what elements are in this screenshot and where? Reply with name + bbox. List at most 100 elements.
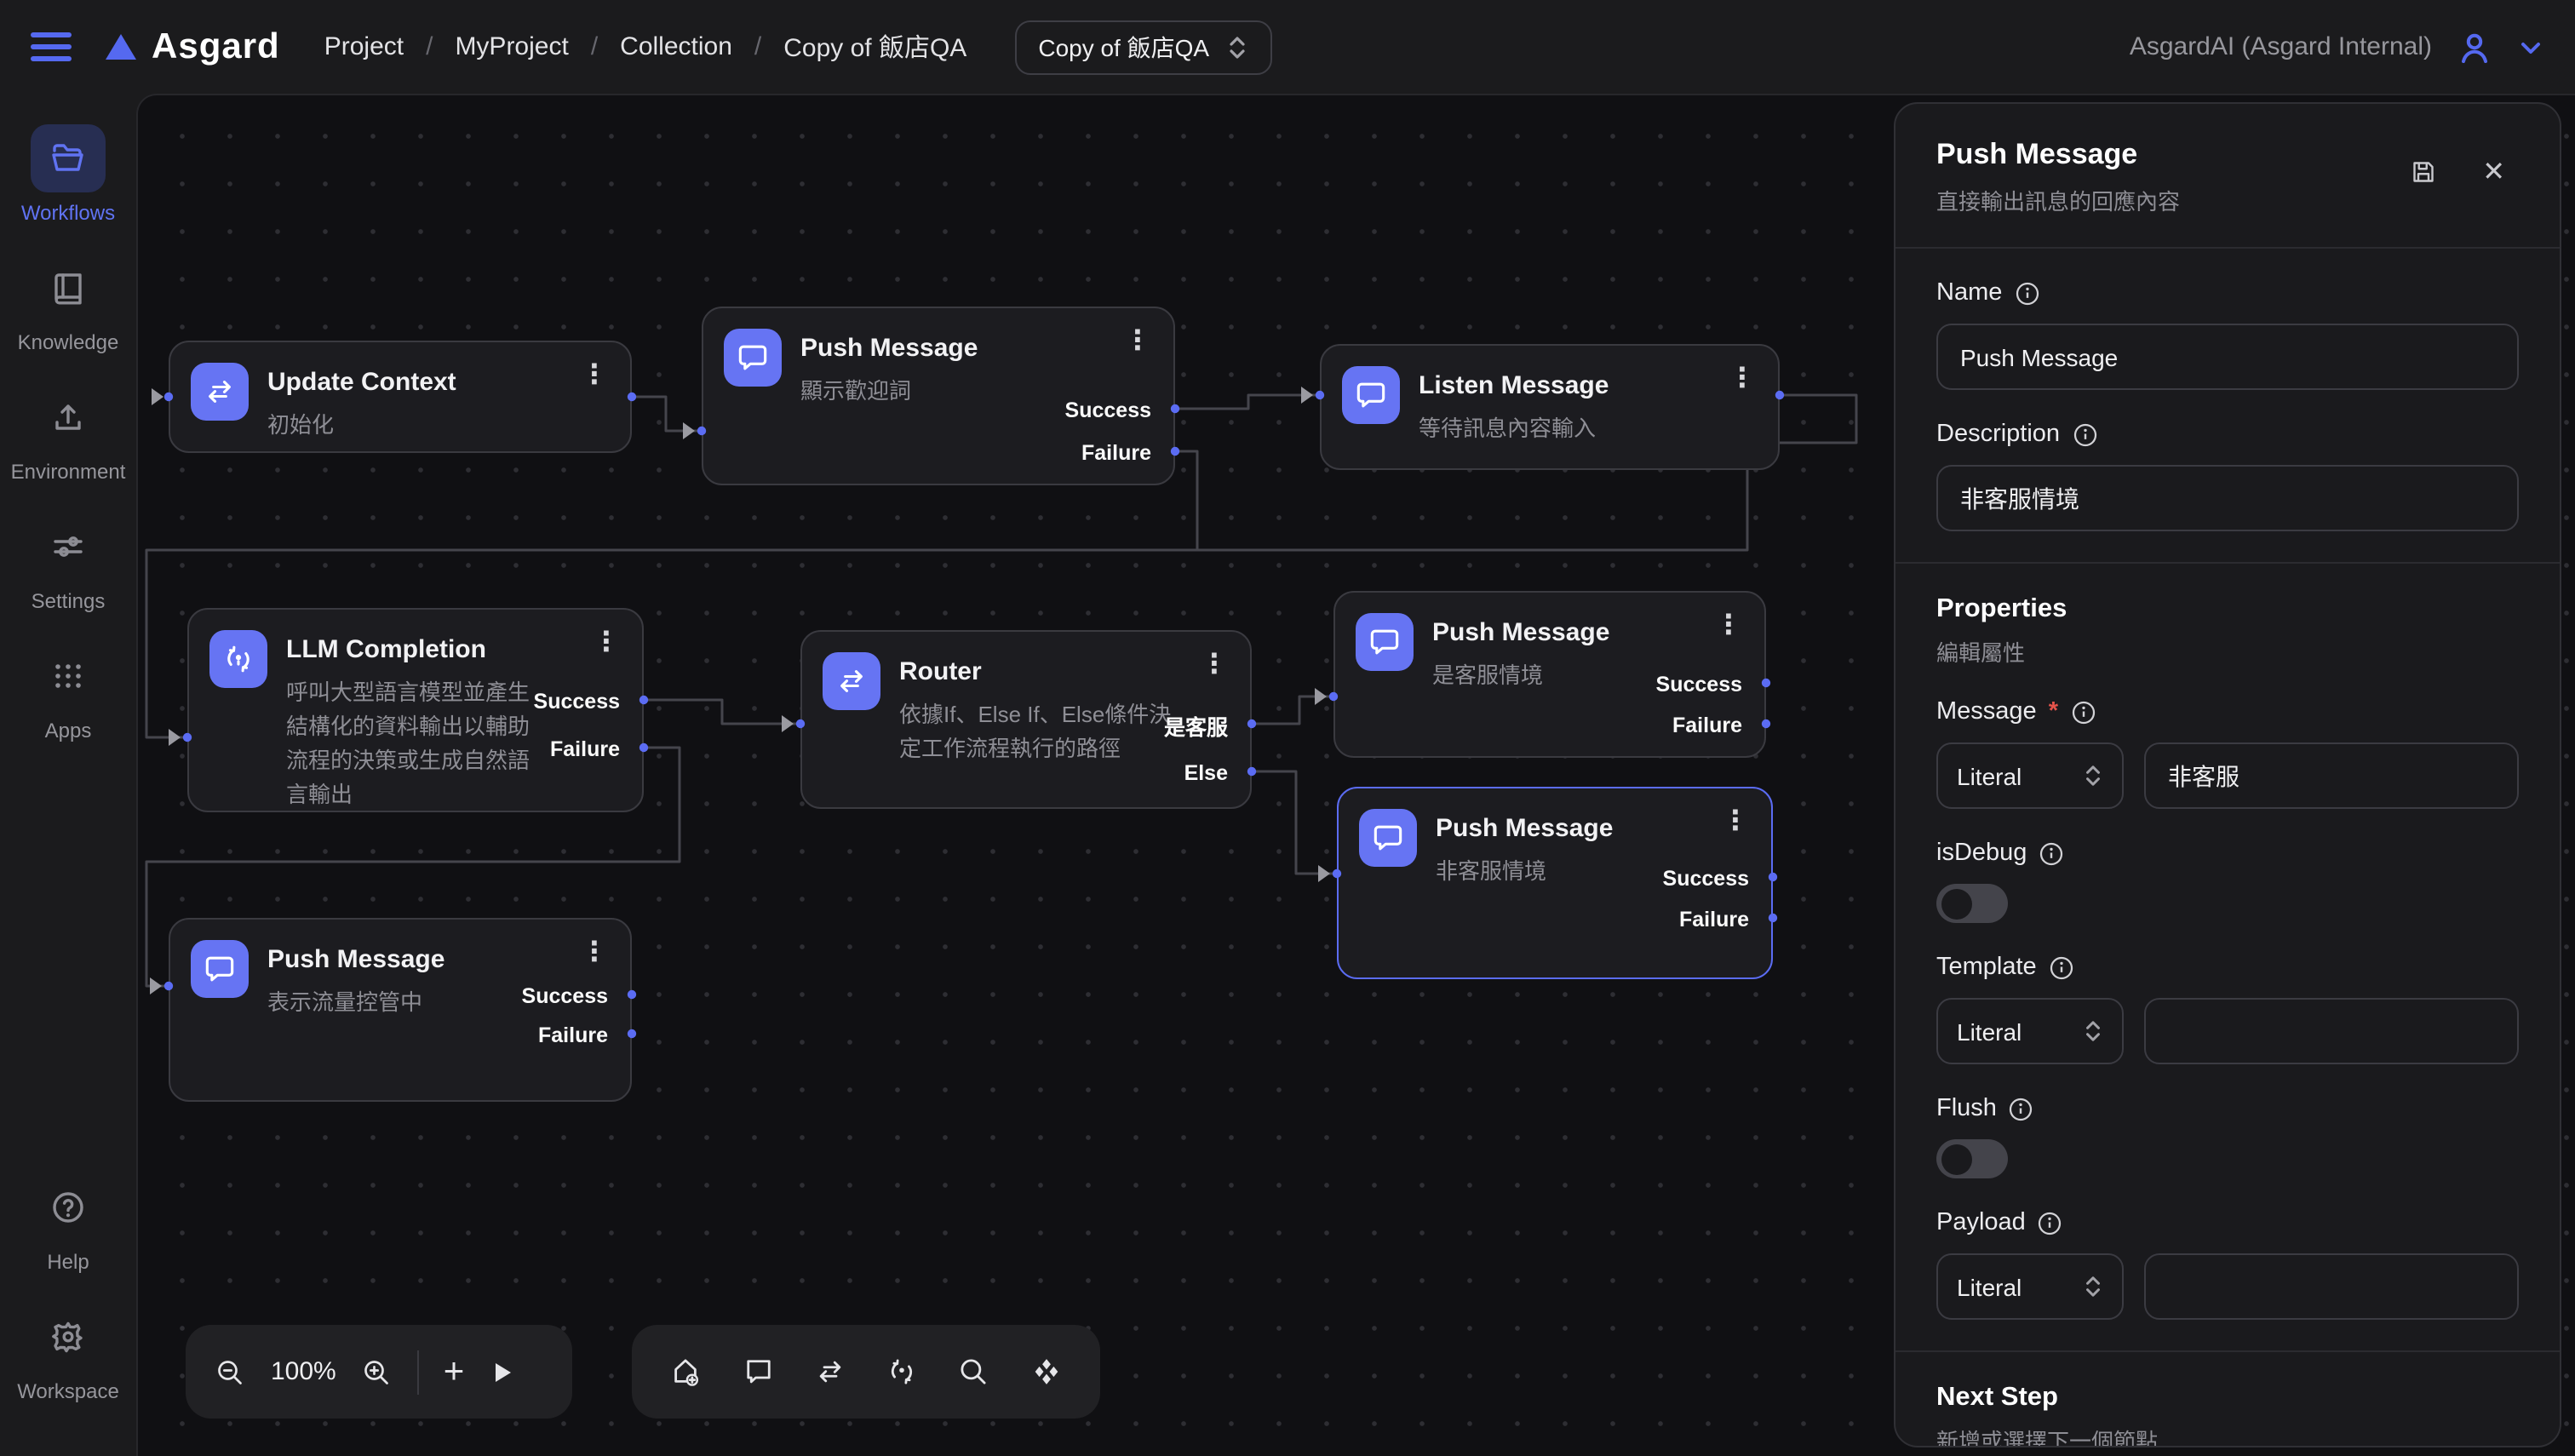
sidebar-item-knowledge[interactable]: Knowledge xyxy=(18,254,119,354)
kebab-menu-icon[interactable]: ⋮ xyxy=(1729,361,1756,395)
chevron-down-icon[interactable] xyxy=(2517,33,2544,60)
breadcrumb-project[interactable]: Project xyxy=(324,32,404,61)
user-icon[interactable] xyxy=(2454,26,2495,67)
gear-icon xyxy=(31,1303,106,1371)
llm-refresh-bulb-icon xyxy=(209,630,267,688)
name-input[interactable]: Push Message xyxy=(1936,324,2519,390)
port-else[interactable]: Else xyxy=(1184,761,1228,785)
port-failure[interactable]: Failure xyxy=(538,1023,608,1047)
payload-value-input[interactable] xyxy=(2144,1253,2519,1320)
port-success[interactable]: Success xyxy=(1656,673,1742,696)
home-add-icon[interactable] xyxy=(668,1354,704,1390)
payload-type-select[interactable]: Literal xyxy=(1936,1253,2124,1320)
kebab-menu-icon[interactable]: ⋮ xyxy=(1201,647,1228,681)
breadcrumb-myproject[interactable]: MyProject xyxy=(455,32,568,61)
save-icon[interactable] xyxy=(2407,157,2438,187)
kebab-menu-icon[interactable]: ⋮ xyxy=(1715,608,1742,642)
node-title: LLM Completion xyxy=(286,635,542,664)
sliders-icon xyxy=(31,513,106,581)
port-failure[interactable]: Failure xyxy=(1081,441,1151,465)
chat-bubble-icon xyxy=(1356,613,1414,671)
grid-icon xyxy=(31,642,106,710)
info-icon xyxy=(2038,1210,2063,1235)
node-title: Router xyxy=(899,657,1185,686)
move-diamonds-icon[interactable] xyxy=(1028,1354,1064,1390)
chevron-up-down-icon xyxy=(2083,1274,2103,1299)
add-node-button[interactable]: + xyxy=(444,1354,465,1390)
template-value-input[interactable] xyxy=(2144,998,2519,1064)
search-icon[interactable] xyxy=(956,1354,992,1390)
info-icon xyxy=(2039,840,2064,866)
zoom-toolbar: 100% + xyxy=(186,1325,572,1419)
port-failure[interactable]: Failure xyxy=(1679,908,1749,931)
info-icon xyxy=(2049,954,2074,980)
breadcrumb-collection[interactable]: Collection xyxy=(620,32,732,61)
message-value-input[interactable]: 非客服 xyxy=(2144,742,2519,809)
port-success[interactable]: Success xyxy=(534,690,620,714)
node-update-context[interactable]: Update Context 初始化 ⋮ xyxy=(169,341,632,453)
flush-toggle[interactable] xyxy=(1936,1139,2008,1178)
swap-arrows-icon xyxy=(191,363,249,421)
zoom-out-icon[interactable] xyxy=(213,1355,247,1389)
message-node-icon[interactable] xyxy=(740,1354,776,1390)
node-listen-message[interactable]: Listen Message 等待訊息內容輸入 ⋮ xyxy=(1320,344,1780,470)
port-success[interactable]: Success xyxy=(1065,398,1151,422)
port-success[interactable]: Success xyxy=(1663,867,1749,891)
brand-title: Asgard xyxy=(152,26,280,67)
chat-bubble-icon xyxy=(1359,809,1417,867)
kebab-menu-icon[interactable]: ⋮ xyxy=(581,935,608,969)
message-type-select[interactable]: Literal xyxy=(1936,742,2124,809)
sidebar-item-environment[interactable]: Environment xyxy=(11,383,126,484)
chevron-up-down-icon xyxy=(2083,1018,2103,1044)
sidebar-item-help[interactable]: Help xyxy=(31,1173,106,1274)
zoom-in-icon[interactable] xyxy=(360,1355,394,1389)
node-push-message-non-service[interactable]: Push Message 非客服情境 ⋮ Success Failure xyxy=(1337,787,1773,979)
description-label: Description xyxy=(1936,421,2060,448)
kebab-menu-icon[interactable]: ⋮ xyxy=(1722,804,1749,838)
port-success[interactable]: Success xyxy=(522,984,608,1008)
node-push-message-throttle[interactable]: Push Message 表示流量控管中 ⋮ Success Failure xyxy=(169,918,632,1102)
account-name: AsgardAI (Asgard Internal) xyxy=(2130,32,2432,61)
book-icon xyxy=(31,254,106,322)
port-failure[interactable]: Failure xyxy=(1672,714,1742,737)
sidebar-item-workflows[interactable]: Workflows xyxy=(21,124,115,225)
run-workflow-button[interactable] xyxy=(488,1358,515,1385)
port-is-service[interactable]: 是客服 xyxy=(1164,709,1228,742)
node-router[interactable]: Router 依據If、Else If、Else條件決定工作流程執行的路徑 ⋮ … xyxy=(800,630,1252,809)
required-mark: * xyxy=(2049,698,2058,725)
name-label: Name xyxy=(1936,279,2002,307)
breadcrumb-current[interactable]: Copy of 飯店QA xyxy=(783,29,966,65)
hamburger-menu-icon[interactable] xyxy=(31,32,72,61)
swap-arrows-icon[interactable] xyxy=(812,1354,848,1390)
port-failure[interactable]: Failure xyxy=(550,737,620,761)
kebab-menu-icon[interactable]: ⋮ xyxy=(581,358,608,392)
template-type-select[interactable]: Literal xyxy=(1936,998,2124,1064)
node-push-message-welcome[interactable]: Push Message 顯示歡迎詞 ⋮ Success Failure xyxy=(702,307,1175,485)
close-icon[interactable]: ✕ xyxy=(2482,155,2505,189)
sidebar-item-settings[interactable]: Settings xyxy=(31,513,106,613)
sidebar-item-workspace[interactable]: Workspace xyxy=(17,1303,119,1403)
info-icon xyxy=(2014,280,2039,306)
sidebar-item-apps[interactable]: Apps xyxy=(31,642,106,742)
toolbar-divider xyxy=(418,1350,420,1394)
node-subtitle: 呼叫大型語言模型並產生結構化的資料輸出以輔助流程的決策或生成自然語言輸出 xyxy=(286,676,542,813)
kebab-menu-icon[interactable]: ⋮ xyxy=(1124,324,1151,358)
flush-label: Flush xyxy=(1936,1095,1997,1122)
node-title: Push Message xyxy=(800,334,978,363)
node-llm-completion[interactable]: LLM Completion 呼叫大型語言模型並產生結構化的資料輸出以輔助流程的… xyxy=(187,608,644,812)
workflow-selector[interactable]: Copy of 飯店QA xyxy=(1014,20,1272,74)
description-input[interactable]: 非客服情境 xyxy=(1936,465,2519,531)
chat-bubble-icon xyxy=(191,940,249,998)
chat-bubble-icon xyxy=(1342,366,1400,424)
message-label: Message xyxy=(1936,698,2037,725)
zoom-level: 100% xyxy=(271,1357,336,1386)
node-push-message-service[interactable]: Push Message 是客服情境 ⋮ Success Failure xyxy=(1333,591,1766,758)
node-inspector-panel: Push Message 直接輸出訊息的回應內容 ✕ Name Push Mes… xyxy=(1894,102,2561,1447)
llm-node-icon[interactable] xyxy=(884,1354,920,1390)
node-title: Push Message xyxy=(267,945,444,974)
node-tools-toolbar xyxy=(632,1325,1100,1419)
kebab-menu-icon[interactable]: ⋮ xyxy=(593,625,620,659)
asgard-logo-icon xyxy=(106,34,136,60)
node-subtitle: 表示流量控管中 xyxy=(267,986,444,1020)
isdebug-toggle[interactable] xyxy=(1936,884,2008,923)
